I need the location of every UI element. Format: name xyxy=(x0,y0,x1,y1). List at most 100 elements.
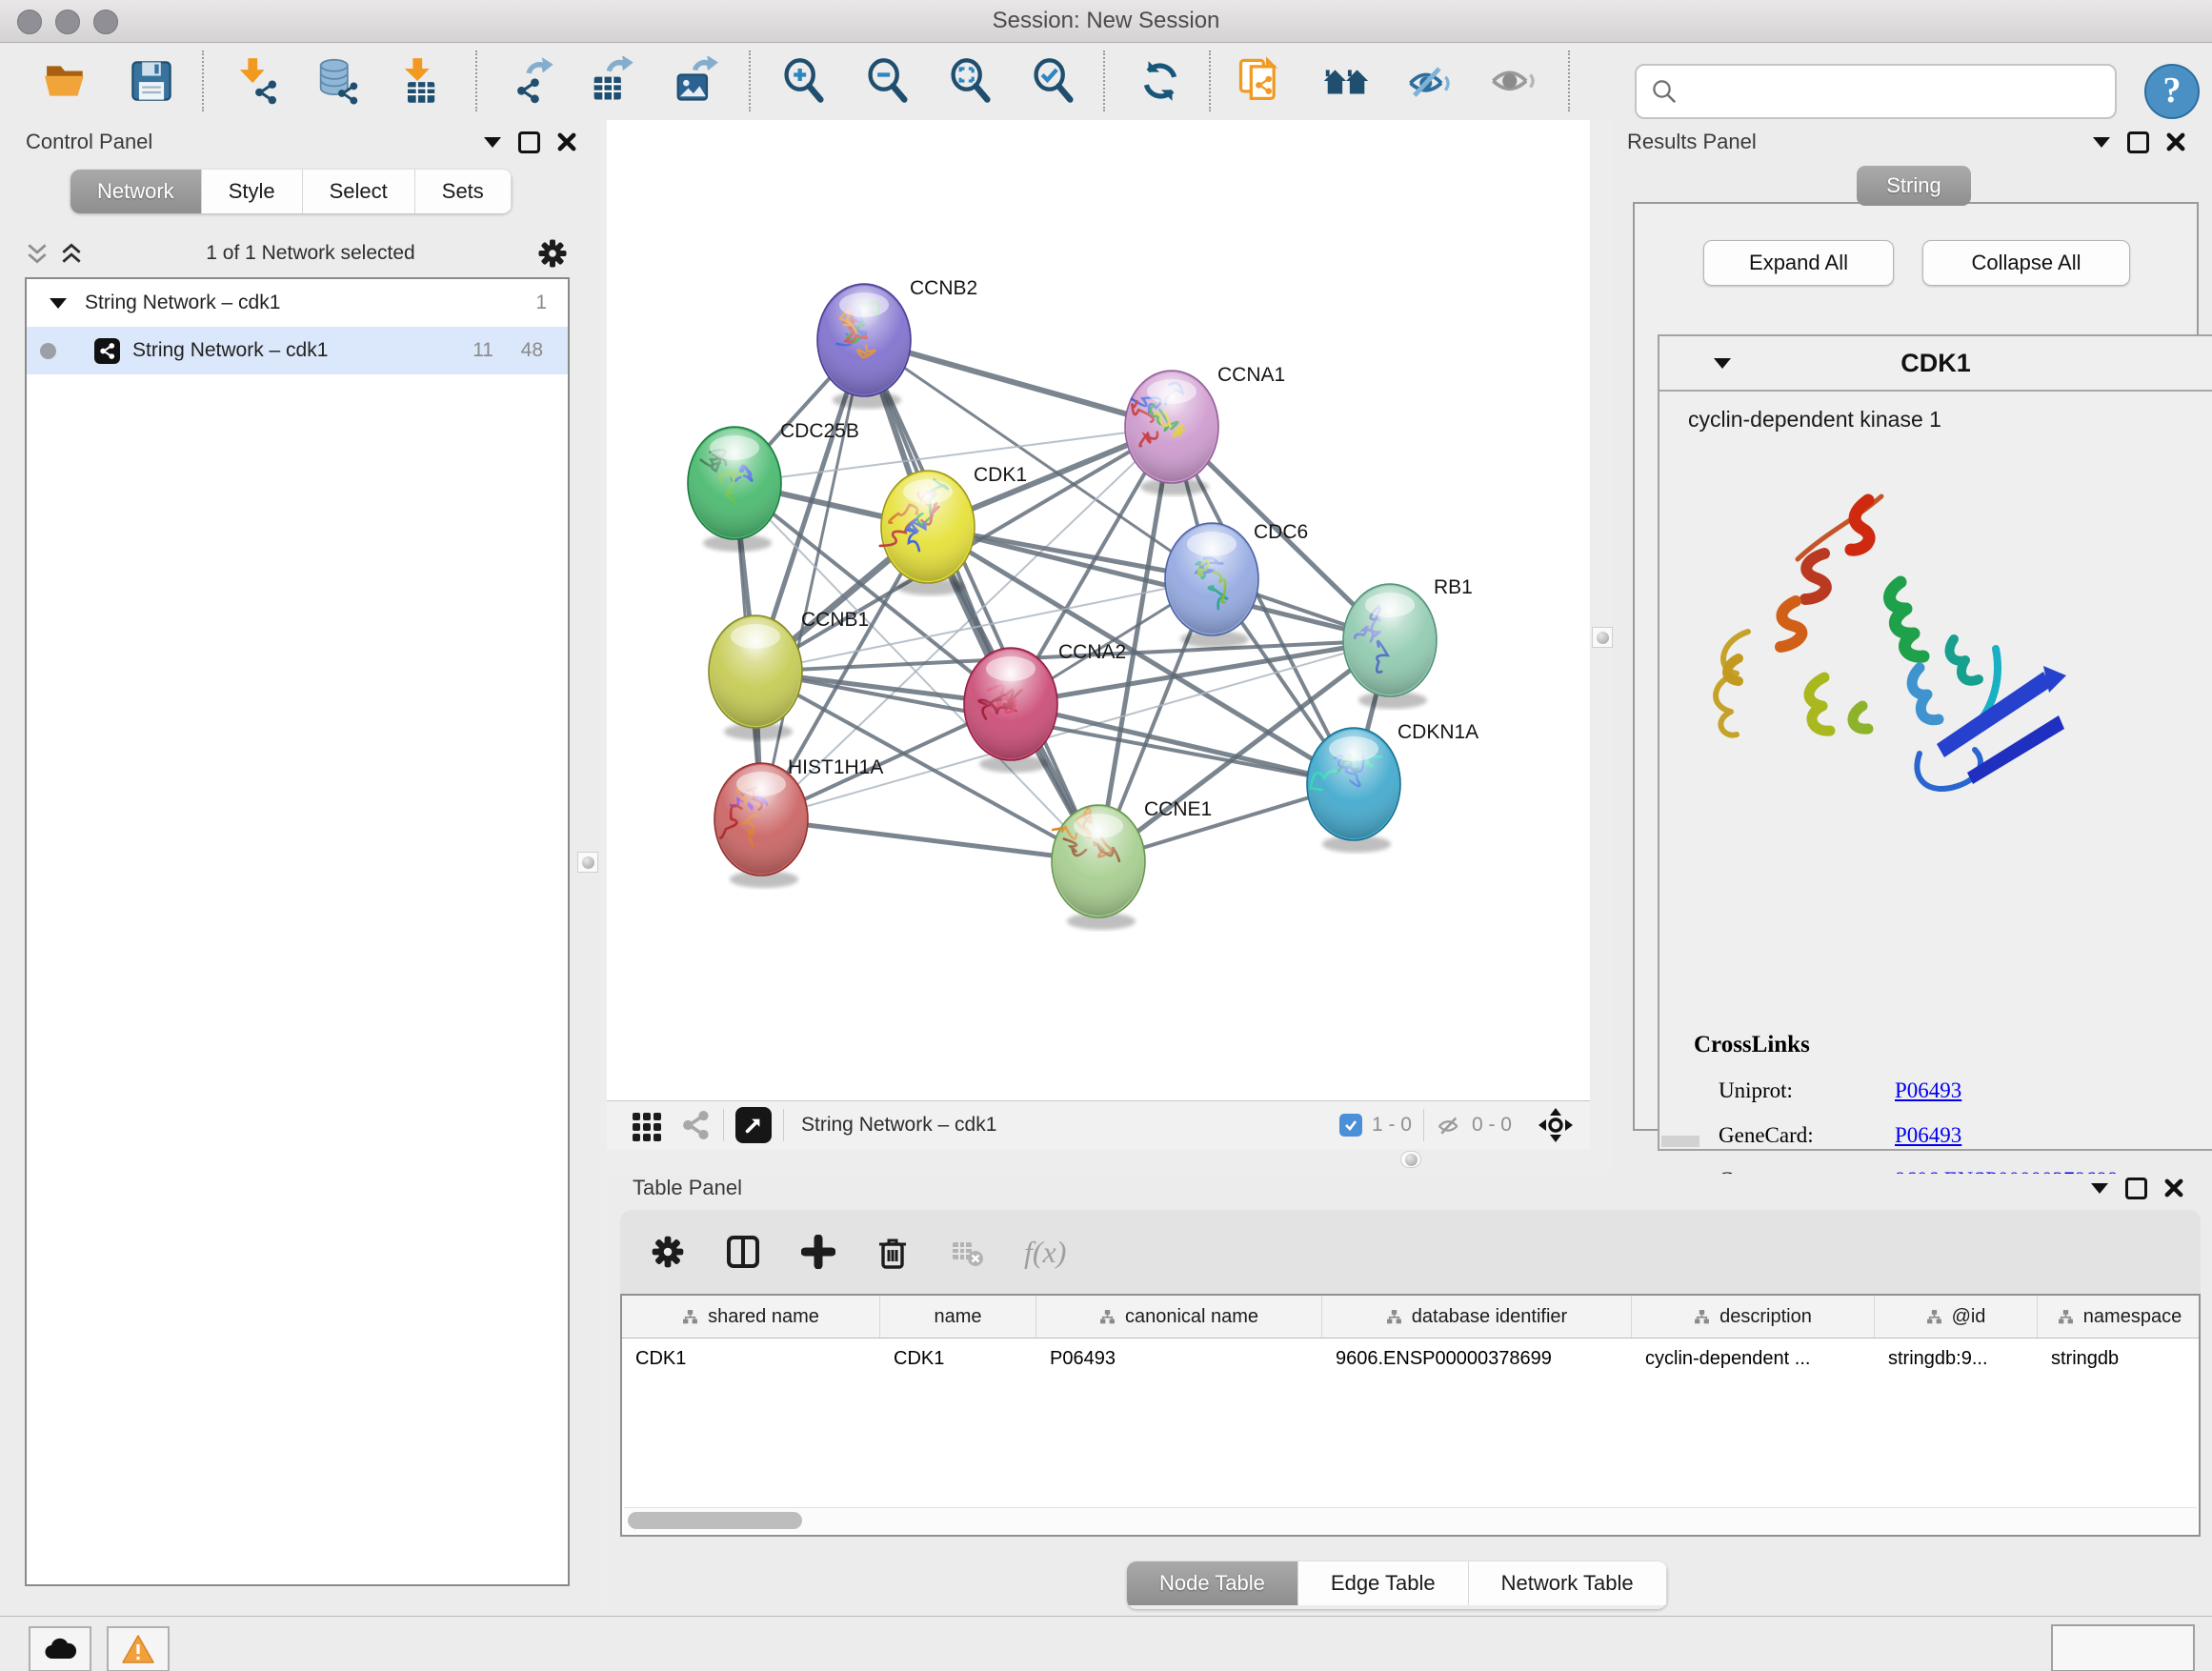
tab-select[interactable]: Select xyxy=(303,170,415,213)
memory-button[interactable]: Memory xyxy=(2051,1624,2195,1671)
network-canvas[interactable]: CCNB2CCNA1CDC25BCDK1CDC6RB1CCNB1CCNA2CDK… xyxy=(607,120,1590,1100)
tab-sets[interactable]: Sets xyxy=(415,170,512,213)
table-horizontal-scrollbar[interactable] xyxy=(624,1507,2197,1533)
import-table-button[interactable] xyxy=(394,54,446,108)
collapse-gene-icon[interactable] xyxy=(1714,358,1731,369)
import-network-from-database-button[interactable] xyxy=(312,54,363,108)
hierarchy-icon xyxy=(682,1309,698,1325)
apply-layout-button[interactable] xyxy=(1135,54,1186,108)
tab-network[interactable]: Network xyxy=(70,170,202,213)
expand-all-icon[interactable] xyxy=(59,241,84,266)
column-header-name[interactable]: name xyxy=(880,1296,1036,1338)
network-collection-row[interactable]: String Network – cdk1 1 xyxy=(27,279,568,327)
help-button[interactable]: ? xyxy=(2144,64,2200,119)
crosslink-link[interactable]: P06493 xyxy=(1895,1078,1961,1103)
network-node-ccna1[interactable] xyxy=(1125,371,1218,495)
clone-network-button[interactable] xyxy=(1234,54,1285,108)
search-input[interactable] xyxy=(1686,70,2100,110)
left-splitter-handle[interactable] xyxy=(577,852,598,873)
results-scrollbar-stub[interactable] xyxy=(1661,1136,1699,1147)
table-cell: 9606.ENSP00000378699 xyxy=(1322,1348,1632,1370)
collapse-tree-icon[interactable] xyxy=(50,298,67,309)
delete-icon[interactable] xyxy=(875,1235,910,1269)
save-session-button[interactable] xyxy=(126,54,177,108)
import-network-button[interactable] xyxy=(231,54,282,108)
left-splitter[interactable] xyxy=(599,120,607,1616)
crosslink-link[interactable]: P06493 xyxy=(1895,1123,1961,1148)
column-header-namespace[interactable]: namespace xyxy=(2038,1296,2201,1338)
maximize-panel-icon[interactable] xyxy=(2125,1178,2147,1199)
node-label-cdc6: CDC6 xyxy=(1254,521,1308,543)
hide-selected-button[interactable] xyxy=(1403,54,1455,108)
table-gear-icon[interactable] xyxy=(651,1235,685,1269)
node-label-ccnb2: CCNB2 xyxy=(910,277,977,299)
zoom-out-button[interactable] xyxy=(862,54,914,108)
network-selection-info: 1 of 1 Network selected xyxy=(84,242,537,265)
column-header-canonical-name[interactable]: canonical name xyxy=(1036,1296,1322,1338)
selected-checkbox-icon[interactable] xyxy=(1339,1114,1362,1137)
table-row[interactable]: CDK1CDK1P064939606.ENSP00000378699cyclin… xyxy=(622,1339,2199,1379)
export-table-button[interactable] xyxy=(585,54,636,108)
search-field xyxy=(1635,64,2117,119)
zoom-fit-button[interactable] xyxy=(945,54,996,108)
right-splitter-handle[interactable] xyxy=(1592,627,1613,648)
import-table-icon xyxy=(395,56,445,106)
export-image-button[interactable] xyxy=(669,54,720,108)
gene-header-row[interactable]: CDK1 xyxy=(1659,336,2212,392)
first-neighbors-button[interactable] xyxy=(1320,54,1372,108)
control-panel-title: Control Panel xyxy=(26,130,152,154)
table-cell: CDK1 xyxy=(622,1348,880,1370)
column-header-database-identifier[interactable]: database identifier xyxy=(1322,1296,1632,1338)
birdseye-toggle[interactable] xyxy=(735,1107,772,1143)
close-panel-icon[interactable] xyxy=(557,132,576,151)
expand-all-button[interactable]: Expand All xyxy=(1703,240,1894,286)
network-node-rb1[interactable] xyxy=(1343,584,1437,709)
maximize-panel-icon[interactable] xyxy=(2127,131,2149,153)
network-node-hist1h1a[interactable] xyxy=(714,763,808,888)
add-column-icon[interactable] xyxy=(801,1235,835,1269)
column-header-shared-name[interactable]: shared name xyxy=(622,1296,880,1338)
grid-icon[interactable] xyxy=(630,1108,664,1142)
collection-label: String Network – cdk1 xyxy=(85,292,280,314)
column-header--id[interactable]: @id xyxy=(1875,1296,2038,1338)
export-table-icon xyxy=(586,56,635,106)
move-icon[interactable] xyxy=(1537,1106,1575,1144)
network-node-ccnb1[interactable] xyxy=(709,615,802,740)
network-node-cdc25b[interactable] xyxy=(688,427,781,552)
horizontal-splitter-handle[interactable] xyxy=(1400,1151,1421,1168)
network-node-cdkn1a[interactable] xyxy=(1307,728,1400,853)
warning-button[interactable] xyxy=(107,1626,170,1671)
node-count: 11 xyxy=(473,339,493,362)
network-node-ccnb2[interactable] xyxy=(817,284,911,409)
network-row[interactable]: String Network – cdk1 11 48 xyxy=(27,327,568,374)
tab-edge-table[interactable]: Edge Table xyxy=(1298,1561,1469,1605)
network-node-ccne1[interactable] xyxy=(1052,805,1145,930)
export-network-button[interactable] xyxy=(507,54,558,108)
gene-section: CDK1 cyclin-dependent kinase 1 xyxy=(1658,334,2212,1151)
show-all-button[interactable] xyxy=(1487,54,1538,108)
collapse-panel-icon[interactable] xyxy=(2091,1183,2108,1194)
cloud-button[interactable] xyxy=(29,1626,91,1671)
collapse-all-button[interactable]: Collapse All xyxy=(1922,240,2130,286)
cloud-icon xyxy=(43,1636,77,1662)
collapse-panel-icon[interactable] xyxy=(484,137,501,148)
tab-style[interactable]: Style xyxy=(202,170,303,213)
scrollbar-thumb[interactable] xyxy=(628,1512,802,1529)
tab-string[interactable]: String xyxy=(1857,166,1971,206)
close-panel-icon[interactable] xyxy=(2164,1178,2183,1198)
zoom-selected-button[interactable] xyxy=(1028,54,1079,108)
columns-icon[interactable] xyxy=(725,1234,761,1270)
share-view-icon[interactable] xyxy=(679,1109,712,1141)
zoom-in-button[interactable] xyxy=(778,54,830,108)
open-session-button[interactable] xyxy=(41,54,92,108)
tab-node-table[interactable]: Node Table xyxy=(1127,1561,1298,1605)
tab-network-table[interactable]: Network Table xyxy=(1469,1561,1667,1605)
collapse-all-icon[interactable] xyxy=(25,241,50,266)
close-panel-icon[interactable] xyxy=(2166,132,2185,151)
gear-icon[interactable] xyxy=(537,238,568,269)
maximize-panel-icon[interactable] xyxy=(518,131,540,153)
current-network-name: String Network – cdk1 xyxy=(801,1114,996,1137)
column-header-description[interactable]: description xyxy=(1632,1296,1875,1338)
export-network-icon xyxy=(508,56,557,106)
collapse-panel-icon[interactable] xyxy=(2093,137,2110,148)
